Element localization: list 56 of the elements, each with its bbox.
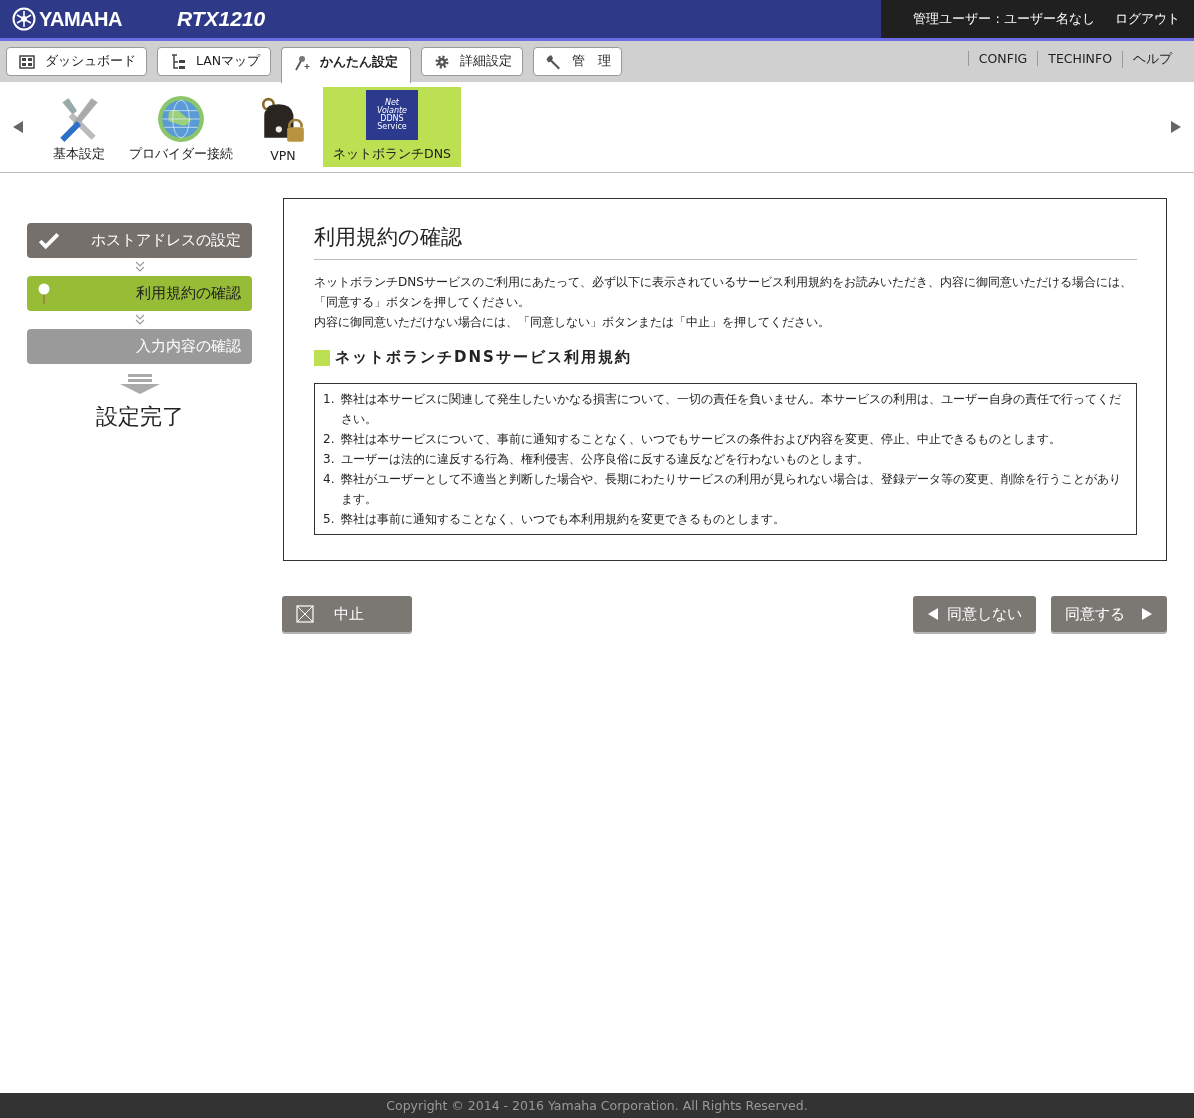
term-text: ユーザーは法的に違反する行為、権利侵害、公序良俗に反する違反などを行わないものとします。 xyxy=(341,451,869,468)
term-text: 弊社は本サービスに関連して発生したいかなる損害について、一切の責任を負いません。本サービスの利用は、ユーザー自身の責任で行ってください。 xyxy=(341,391,1122,428)
nav-tab[interactable]: 管 理 xyxy=(533,47,623,76)
arrow-down-icon xyxy=(119,374,160,394)
term-number: 5. xyxy=(323,511,336,528)
disagree-button[interactable]: 同意しない xyxy=(913,596,1036,632)
term-number: 1. xyxy=(323,391,336,408)
model-name: RTX1210 xyxy=(176,7,266,31)
ddns-service-logo: Net Volante DDNS Service xyxy=(365,90,418,140)
term-number: 3. xyxy=(323,451,336,468)
agree-button[interactable]: 同意する xyxy=(1051,596,1167,632)
final-step-label: 設定完了 xyxy=(95,403,184,431)
x-box-icon xyxy=(296,605,314,623)
wizard-step: ホストアドレスの設定 xyxy=(27,223,252,258)
pin-icon xyxy=(38,282,50,305)
check-icon xyxy=(38,231,60,250)
logout-link[interactable]: ログアウト xyxy=(1115,10,1180,28)
category-item[interactable]: VPN xyxy=(243,87,323,167)
triangle-right-icon xyxy=(1141,607,1153,621)
term-text: 弊社は事前に通知することなく、いつでも本利用規約を変更できるものとします。 xyxy=(341,511,785,528)
scroll-left-icon[interactable] xyxy=(12,120,24,134)
terms-heading: ネットボランチDNSサービス利用規約 xyxy=(335,348,632,367)
tree-icon xyxy=(170,53,186,70)
copyright-text: Copyright © 2014 - 2016 Yamaha Corporation. All Rights Reserved. xyxy=(386,1098,808,1113)
term-number: 2. xyxy=(323,431,336,448)
intro-text: 内容に御同意いただけない場合には、「同意しない」ボタンまたは「中止」を押してください。 xyxy=(314,314,831,331)
header-link[interactable]: ヘルプ xyxy=(1122,51,1182,68)
header-link[interactable]: CONFIG xyxy=(967,51,1038,66)
nav-tab[interactable]: LANマップ xyxy=(157,47,272,76)
category-item[interactable]: Net Volante DDNS Service ネットボランチDNS xyxy=(323,87,461,167)
term-text: 弊社がユーザーとして不適当と判断した場合や、長期にわたりサービスの利用が見られない場合は、登録データ等の変更、削除を行うことがあります。 xyxy=(341,471,1122,508)
chevron-down-icon xyxy=(133,261,146,273)
user-label: 管理ユーザー : ユーザー名なし xyxy=(913,10,1095,28)
nav-tab[interactable]: ダッシュボード xyxy=(6,47,147,76)
scroll-right-icon[interactable] xyxy=(1170,120,1182,134)
chevron-down-icon xyxy=(133,314,146,326)
header-link[interactable]: TECHINFO xyxy=(1037,51,1122,66)
wizard-step: 入力内容の確認 xyxy=(27,329,252,364)
gear-icon xyxy=(434,53,451,70)
wand-icon xyxy=(294,54,311,71)
grid-icon xyxy=(19,53,35,70)
nav-tab[interactable]: かんたん設定 xyxy=(281,47,412,83)
triangle-left-icon xyxy=(927,607,939,621)
term-number: 4. xyxy=(323,471,336,488)
wizard-step: 利用規約の確認 xyxy=(27,276,252,311)
category-item[interactable]: プロバイダー接続 xyxy=(119,87,243,167)
yamaha-emblem-icon xyxy=(12,7,36,31)
nav-tab[interactable]: 詳細設定 xyxy=(421,47,524,76)
term-text: 弊社は本サービスについて、事前に通知することなく、いつでもサービスの条件および内容を変更、停止、中止できるものとします。 xyxy=(341,431,1061,448)
intro-text: ネットボランチDNSサービスのご利用にあたって、必ず以下に表示されているサービス利用規約をお読みいただき、内容に御同意いただける場合には、「同意する」ボタンを押してください。 xyxy=(314,274,1133,311)
page-title: 利用規約の確認 xyxy=(314,223,1137,260)
category-item[interactable]: 基本設定 xyxy=(39,87,119,167)
cancel-button[interactable]: 中止 xyxy=(282,596,412,632)
square-icon xyxy=(314,349,330,366)
brand-logo: YAMAHA xyxy=(39,7,122,31)
globe-icon xyxy=(156,94,206,144)
